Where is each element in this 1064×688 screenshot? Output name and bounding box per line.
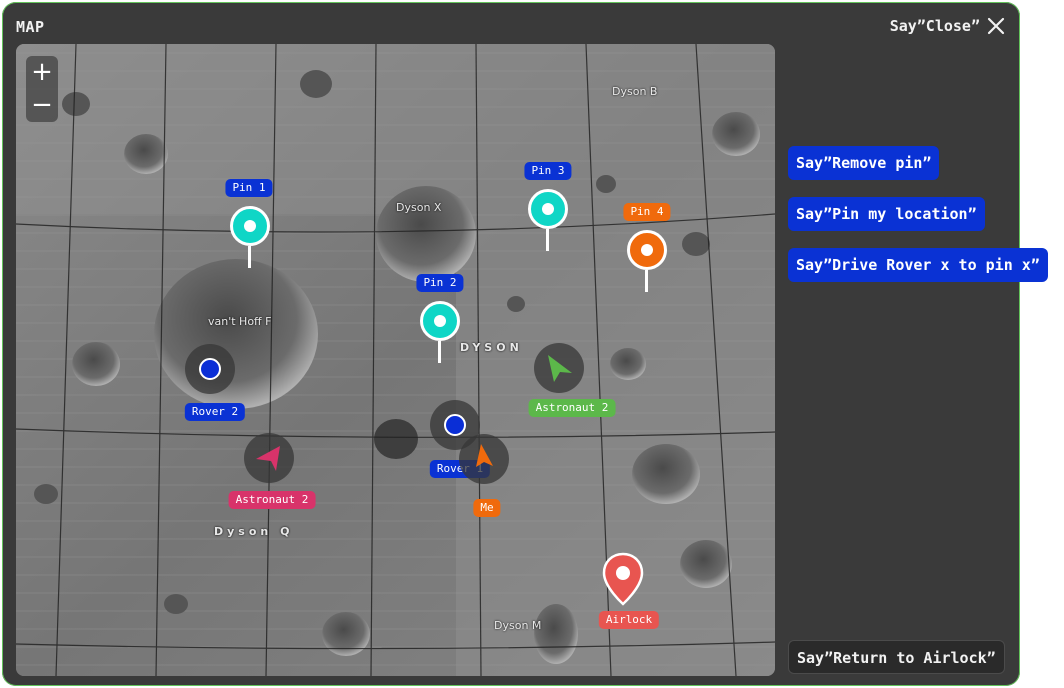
pin-2-tag: Pin 2 (416, 274, 464, 292)
zoom-in-button[interactable]: + (26, 56, 58, 88)
close-icon (987, 17, 1005, 35)
location-pin-icon[interactable] (602, 552, 644, 606)
pin-4-tag: Pin 4 (623, 203, 671, 221)
pin-3-tag: Pin 3 (524, 162, 572, 180)
astronaut-2-green-marker[interactable] (534, 343, 584, 393)
pin-2-marker[interactable] (420, 301, 460, 365)
pin-4-stem (645, 270, 648, 292)
command-return-to-airlock[interactable]: Say”Return to Airlock” (788, 640, 1005, 674)
pin-3-stem (546, 229, 549, 251)
astronaut-2-green-tag: Astronaut 2 (528, 399, 616, 417)
navigation-arrow-icon (476, 444, 493, 467)
pin-4-head (627, 230, 667, 270)
rover-2-icon (199, 358, 221, 380)
pin-3-head (528, 189, 568, 229)
close-label: Say”Close” (889, 17, 980, 35)
map-label-dyson-m: Dyson M (494, 619, 542, 632)
pin-1-tag: Pin 1 (225, 179, 273, 197)
me-tag: Me (473, 499, 501, 517)
navigation-arrow-icon (256, 446, 280, 471)
zoom-controls: + − (26, 56, 58, 122)
map-label-dyson-x: Dyson X (396, 201, 442, 214)
map-label-dyson-b: Dyson B (612, 85, 658, 98)
command-pin-my-location[interactable]: Say”Pin my location” (788, 197, 985, 231)
command-drive-rover[interactable]: Say”Drive Rover x to pin x” (788, 248, 1048, 282)
map-label-dyson: DYSON (460, 341, 523, 354)
rover-2-tag: Rover 2 (184, 403, 246, 421)
lunar-terrain (16, 44, 775, 676)
lunar-map[interactable]: + − Dyson B Dyson X van't Hoff F DYSON D… (16, 44, 775, 676)
map-label-dyson-q: Dyson Q (214, 525, 294, 538)
rover-1-icon (444, 414, 466, 436)
pin-4-marker[interactable] (627, 230, 667, 294)
pin-1-marker[interactable] (230, 206, 270, 270)
close-button[interactable]: Say”Close” (890, 16, 1006, 36)
pin-1-stem (248, 246, 251, 268)
rover-2-marker[interactable] (185, 344, 235, 394)
astronaut-2-pink-marker[interactable] (244, 433, 294, 483)
astronaut-2-pink-tag: Astronaut 2 (228, 491, 316, 509)
pin-3-marker[interactable] (528, 189, 568, 253)
map-label-vant-hoff-f: van't Hoff F (208, 315, 272, 328)
me-marker[interactable] (459, 434, 509, 484)
command-remove-pin[interactable]: Say”Remove pin” (788, 146, 940, 180)
airlock-tag: Airlock (598, 611, 660, 629)
panel-title: MAP (16, 18, 45, 36)
pin-2-stem (438, 341, 441, 363)
zoom-out-button[interactable]: − (26, 89, 58, 121)
pin-1-head (230, 206, 270, 246)
pin-2-head (420, 301, 460, 341)
map-panel: MAP Say”Close” + − Dyson B Dyson X van't… (2, 2, 1048, 686)
navigation-arrow-icon (548, 355, 572, 382)
